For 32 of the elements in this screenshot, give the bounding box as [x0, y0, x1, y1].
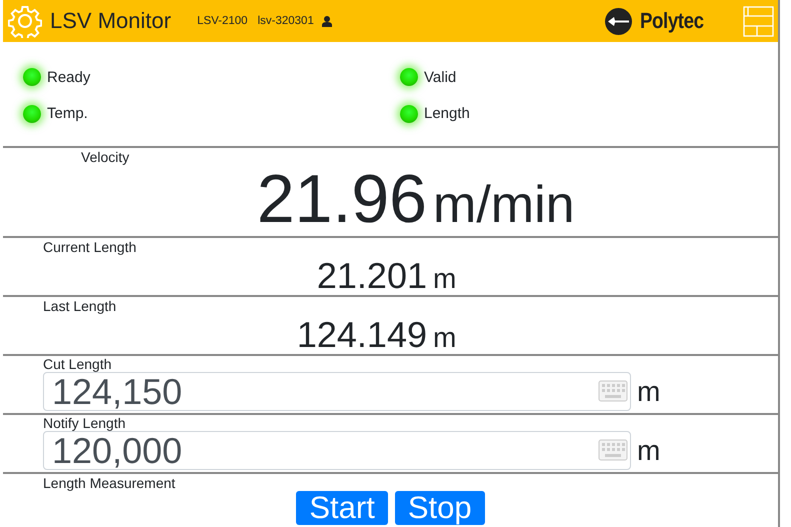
brand-name: Polytec — [640, 8, 704, 34]
keyboard-icon[interactable] — [598, 380, 628, 402]
input-field[interactable]: 120,000 — [43, 431, 631, 470]
user-icon[interactable] — [322, 16, 332, 26]
field-label: Cut Length — [43, 357, 112, 372]
app-title: LSV Monitor — [50, 8, 172, 34]
reading-value: 21.96 — [256, 163, 427, 235]
status-label: Valid — [424, 68, 456, 86]
reading-value: 21.201 — [316, 257, 427, 295]
keyboard-icon[interactable] — [598, 439, 628, 461]
action-button[interactable]: Start — [296, 491, 388, 525]
action-button[interactable]: Stop — [394, 491, 485, 525]
section-label: Length Measurement — [43, 476, 176, 491]
status-label: Temp. — [47, 105, 88, 122]
field-label: Notify Length — [43, 416, 126, 431]
device-serial: lsv-320301 — [258, 15, 314, 27]
reading-unit: m — [433, 263, 458, 295]
reading-label: Current Length — [43, 239, 136, 255]
settings-icon[interactable] — [8, 4, 42, 38]
input-field[interactable]: 124,150 — [43, 372, 631, 411]
reading-value: 124.149 — [296, 316, 427, 354]
reading-label: Last Length — [43, 298, 116, 314]
reading-label: Velocity — [81, 149, 130, 165]
device-model: LSV-2100 — [197, 15, 248, 27]
reading-unit: m/min — [433, 175, 576, 235]
logo-icon — [605, 8, 632, 34]
status-label: Length — [424, 105, 470, 122]
reading-unit: m — [433, 322, 458, 354]
unit-label: m — [637, 434, 660, 466]
status-label: Ready — [47, 68, 90, 86]
unit-label: m — [637, 376, 660, 408]
layout-icon[interactable] — [743, 6, 774, 36]
